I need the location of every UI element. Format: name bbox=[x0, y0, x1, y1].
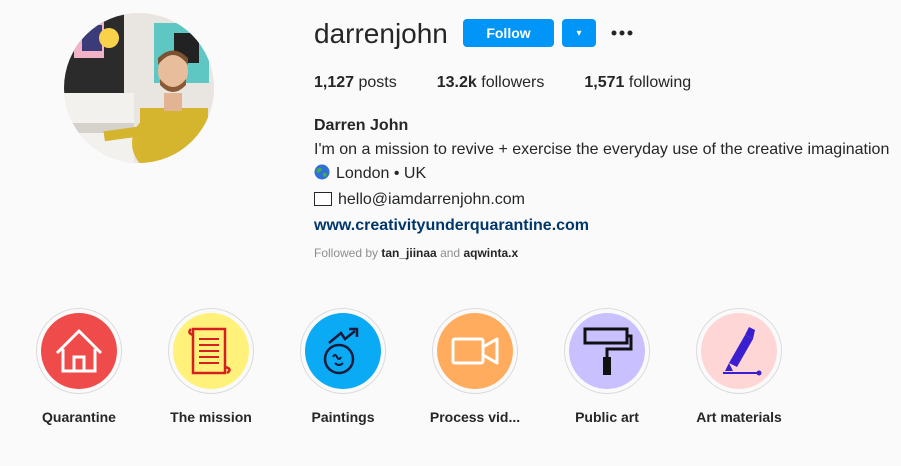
website-link[interactable]: www.creativityunderquarantine.com bbox=[314, 214, 889, 238]
highlight-ring bbox=[432, 308, 518, 394]
followed-by: Followed by tan_jiinaa and aqwinta.x bbox=[314, 246, 518, 260]
suggested-accounts-dropdown-button[interactable]: ▾ bbox=[562, 19, 596, 47]
followers-label: followers bbox=[481, 74, 545, 91]
followers-count: 13.2k bbox=[436, 74, 477, 91]
bio-email: hello@iamdarrenjohn.com bbox=[314, 188, 889, 214]
profile-bio: Darren John I'm on a mission to revive +… bbox=[314, 114, 889, 238]
followed-by-user-1[interactable]: tan_jiinaa bbox=[381, 246, 436, 260]
highlight-label: Public art bbox=[575, 409, 639, 425]
highlight-label: Quarantine bbox=[42, 409, 116, 425]
highlight-ring bbox=[36, 308, 122, 394]
house-icon bbox=[41, 313, 117, 389]
highlight-label: Process vid... bbox=[429, 409, 521, 425]
followers-stat[interactable]: 13.2k followers bbox=[437, 73, 545, 93]
highlight-public-art[interactable]: Public art bbox=[542, 308, 672, 426]
highlight-ring bbox=[564, 308, 650, 394]
envelope-icon bbox=[314, 190, 332, 214]
location-text: London • UK bbox=[336, 165, 427, 182]
posts-stat: 1,127 posts bbox=[314, 73, 397, 93]
highlight-process-videos[interactable]: Process vid... bbox=[410, 308, 540, 426]
paint-roller-icon bbox=[569, 313, 645, 389]
posts-count: 1,127 bbox=[314, 74, 355, 91]
chevron-down-icon: ▾ bbox=[576, 27, 582, 39]
video-camera-icon bbox=[437, 313, 513, 389]
following-label: following bbox=[628, 74, 692, 91]
highlight-ring bbox=[168, 308, 254, 394]
profile-full-name: Darren John bbox=[314, 117, 409, 134]
highlight-paintings[interactable]: Paintings bbox=[278, 308, 408, 426]
scroll-icon bbox=[173, 313, 249, 389]
following-stat[interactable]: 1,571 following bbox=[584, 73, 691, 93]
highlight-label: The mission bbox=[170, 409, 252, 425]
bio-location: London • UK bbox=[314, 162, 889, 188]
posts-label: posts bbox=[358, 74, 397, 91]
followed-by-prefix: Followed by bbox=[314, 246, 379, 260]
paint-pot-icon bbox=[305, 313, 381, 389]
avatar-photo bbox=[64, 13, 214, 163]
highlight-ring bbox=[696, 308, 782, 394]
follow-button[interactable]: Follow bbox=[463, 19, 554, 47]
highlight-label: Paintings bbox=[311, 409, 375, 425]
paint-tube-icon bbox=[701, 313, 777, 389]
profile-avatar[interactable] bbox=[64, 13, 214, 163]
followed-by-user-2[interactable]: aqwinta.x bbox=[463, 246, 518, 260]
highlight-ring bbox=[300, 308, 386, 394]
followed-by-conjunction: and bbox=[440, 246, 461, 260]
highlight-label: Art materials bbox=[696, 409, 782, 425]
highlight-quarantine[interactable]: Quarantine bbox=[14, 308, 144, 426]
profile-stats: 1,127 posts 13.2k followers 1,571 follow… bbox=[314, 73, 691, 93]
globe-icon bbox=[314, 164, 330, 188]
highlight-the-mission[interactable]: The mission bbox=[146, 308, 276, 426]
email-text: hello@iamdarrenjohn.com bbox=[338, 191, 525, 208]
profile-username: darrenjohn bbox=[314, 18, 448, 49]
highlight-art-materials[interactable]: Art materials bbox=[674, 308, 804, 426]
more-options-button[interactable] bbox=[609, 21, 635, 45]
following-count: 1,571 bbox=[584, 74, 625, 91]
more-horizontal-icon bbox=[611, 30, 633, 36]
bio-line: I'm on a mission to revive + exercise th… bbox=[314, 141, 890, 158]
